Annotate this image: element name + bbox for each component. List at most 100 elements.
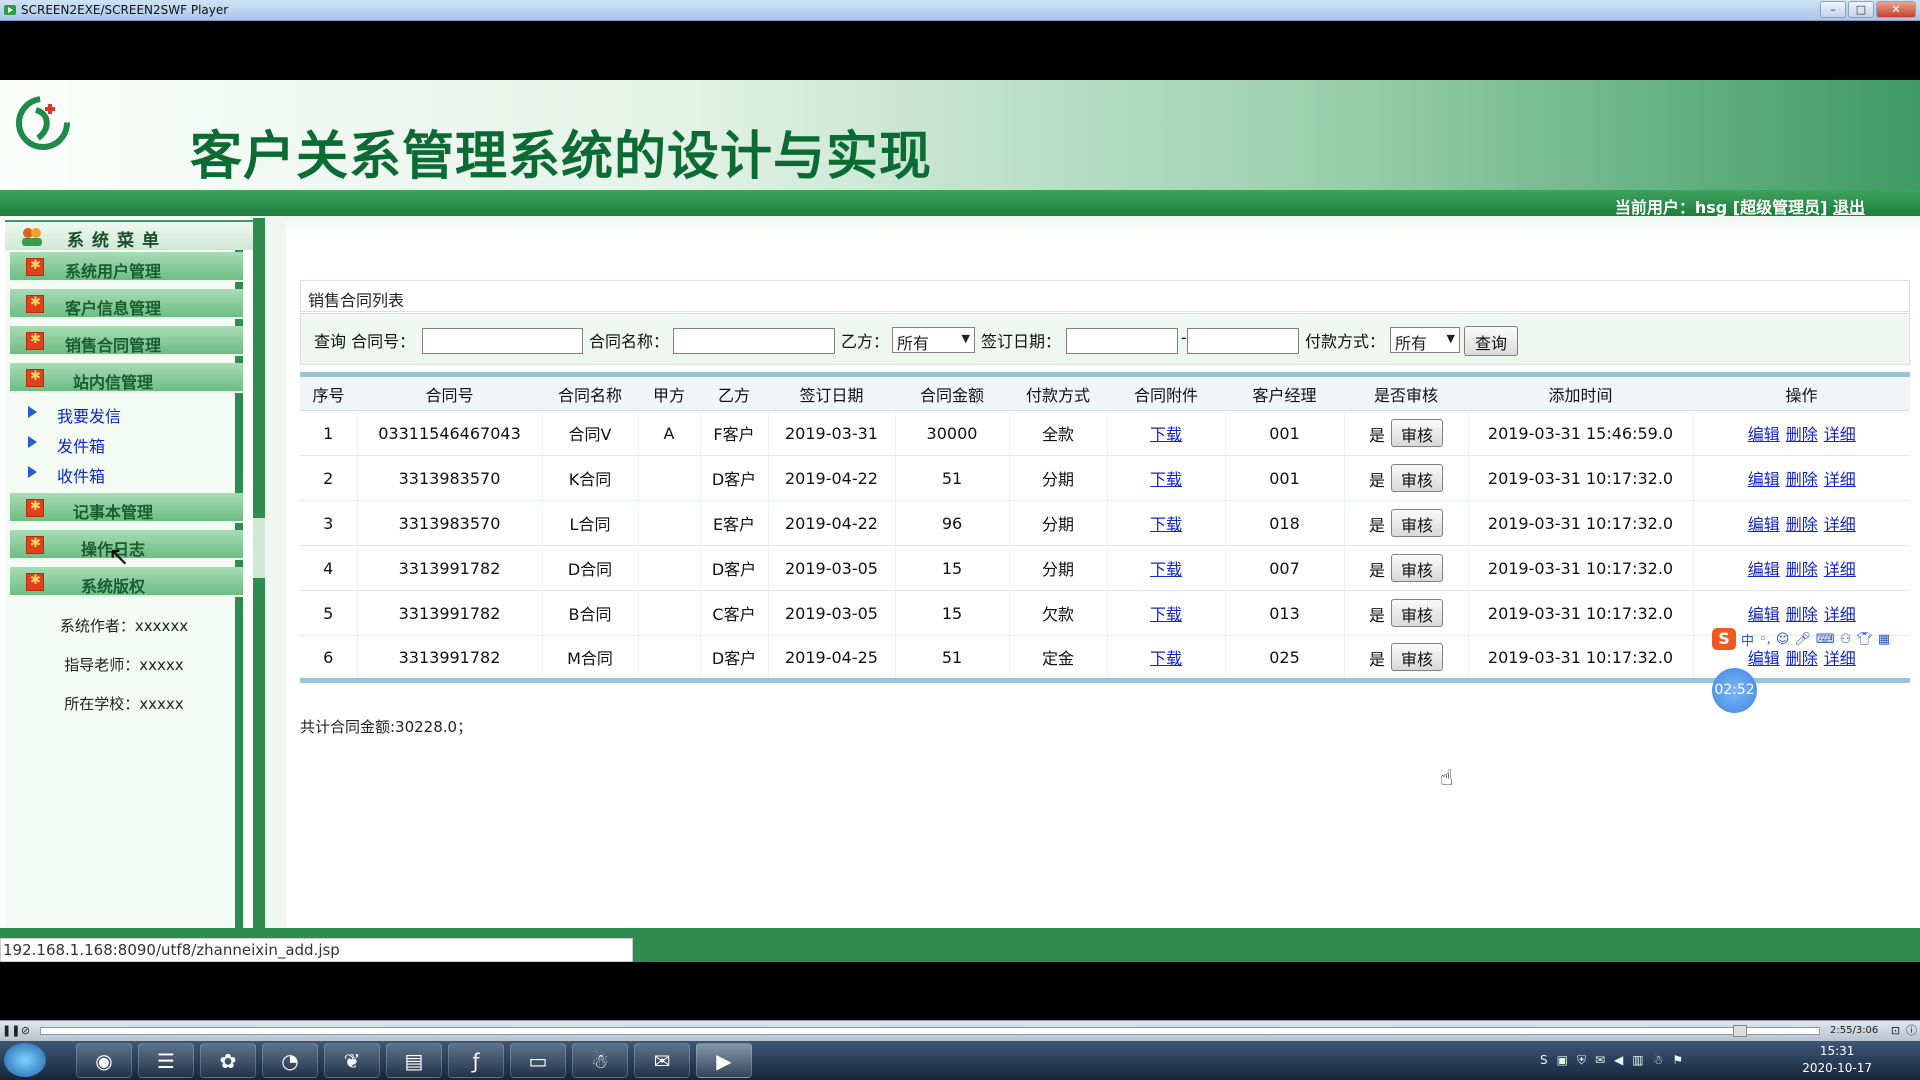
delete-link[interactable]: 删除 <box>1786 560 1818 579</box>
minimize-button[interactable]: – <box>1820 1 1846 18</box>
sign-date-start-input[interactable] <box>1066 328 1178 354</box>
microphone-icon[interactable]: 🎤︎ <box>1794 632 1811 647</box>
pause-icon[interactable]: ❚❚ <box>2 1023 20 1038</box>
cell-no: 1 <box>300 410 358 456</box>
maximize-button[interactable]: □ <box>1848 1 1874 18</box>
cell-date: 2019-03-05 <box>768 545 896 591</box>
table-row: 5 3313991782 B合同 C客户 2019-03-05 15 欠款 下载 013 是审核 2… <box>300 590 1910 636</box>
cell-name: K合同 <box>542 455 639 501</box>
qq-icon[interactable]: ☃ <box>572 1043 628 1078</box>
edit-link[interactable]: 编辑 <box>1748 425 1780 444</box>
grid-icon[interactable]: ▦ <box>1878 632 1890 647</box>
edit-link[interactable]: 编辑 <box>1748 470 1780 489</box>
sidebar-splitter[interactable] <box>253 218 265 930</box>
tray-wechat-icon[interactable]: ✉ <box>1595 1053 1605 1068</box>
eclipse-icon[interactable]: ☰ <box>138 1043 194 1078</box>
download-link[interactable]: 下载 <box>1150 560 1182 579</box>
audit-button[interactable]: 审核 <box>1391 419 1444 447</box>
colorful-app-icon[interactable]: ✿ <box>200 1043 256 1078</box>
emoji-icon[interactable]: ☺ <box>1776 632 1790 647</box>
cell-attachment: 下载 <box>1107 545 1226 591</box>
collapse-handle[interactable] <box>253 518 265 578</box>
download-link[interactable]: 下载 <box>1150 515 1182 534</box>
recording-timer[interactable]: 02:52 <box>1712 668 1757 713</box>
audit-button[interactable]: 审核 <box>1391 464 1444 492</box>
payment-select[interactable]: 所有 ▼ <box>1390 327 1460 353</box>
cell-mgr: 007 <box>1225 545 1345 591</box>
browser-icon[interactable]: ◔ <box>262 1043 318 1078</box>
download-link[interactable]: 下载 <box>1150 425 1182 444</box>
menu-notebook[interactable]: 记事本管理 <box>10 493 243 523</box>
menu-sales-contracts[interactable]: 销售合同管理 <box>10 326 243 356</box>
menu-customer-info[interactable]: 客户信息管理 <box>10 289 243 319</box>
start-button[interactable] <box>4 1043 46 1077</box>
cell-added: 2019-03-31 10:17:32.0 <box>1468 590 1694 636</box>
settings-icon[interactable]: ⊘ <box>18 1023 33 1038</box>
delete-link[interactable]: 删除 <box>1786 515 1818 534</box>
search-button[interactable]: 查询 <box>1464 326 1519 356</box>
detail-link[interactable]: 详细 <box>1824 470 1856 489</box>
audit-button[interactable]: 审核 <box>1391 554 1444 582</box>
wechat-icon[interactable]: ✉ <box>634 1043 690 1078</box>
chrome-icon[interactable]: ◉ <box>76 1043 132 1078</box>
audit-button[interactable]: 审核 <box>1391 509 1444 537</box>
seek-track[interactable] <box>40 1027 1820 1035</box>
delete-link[interactable]: 删除 <box>1786 470 1818 489</box>
delete-link[interactable]: 删除 <box>1786 425 1818 444</box>
cell-added: 2019-03-31 10:17:32.0 <box>1468 545 1694 591</box>
gutter <box>265 218 286 930</box>
delete-link[interactable]: 删除 <box>1786 605 1818 624</box>
sub-header-strip <box>250 216 1920 236</box>
cell-mgr: 025 <box>1225 635 1345 681</box>
tray-flag-icon[interactable]: ⚑ <box>1672 1053 1683 1068</box>
tray-shield-icon[interactable]: ⛨ <box>1577 1053 1586 1068</box>
download-link[interactable]: 下载 <box>1150 470 1182 489</box>
taskbar-clock[interactable]: 15:31 2020-10-17 <box>1802 1043 1872 1077</box>
tray-app-icon[interactable]: ▣ <box>1557 1053 1568 1068</box>
leaf-app-icon[interactable]: ❦ <box>324 1043 380 1078</box>
close-button[interactable]: ✕ <box>1876 1 1916 18</box>
cell-b: D客户 <box>700 455 769 501</box>
skin-icon[interactable]: 👕︎ <box>1856 632 1873 647</box>
detail-link[interactable]: 详细 <box>1824 560 1856 579</box>
notepad-icon[interactable]: ▤ <box>386 1043 442 1078</box>
menu-internal-mail[interactable]: 站内信管理 <box>10 363 243 393</box>
download-link[interactable]: 下载 <box>1150 649 1182 668</box>
player-taskbar-icon[interactable]: ▶ <box>696 1043 752 1078</box>
sign-date-end-input[interactable] <box>1187 328 1299 354</box>
menu-system-users[interactable]: 系统用户管理 <box>10 252 243 282</box>
cell-b: C客户 <box>700 590 769 636</box>
punctuation-icon[interactable]: ◦, <box>1759 632 1771 647</box>
download-link[interactable]: 下载 <box>1150 605 1182 624</box>
contract-name-input[interactable] <box>673 328 835 354</box>
edit-link[interactable]: 编辑 <box>1748 605 1780 624</box>
edit-link[interactable]: 编辑 <box>1748 515 1780 534</box>
tray-ime-icon[interactable]: S <box>1540 1053 1548 1068</box>
tray-volume-icon[interactable]: ◀ <box>1614 1053 1623 1068</box>
cell-pay: 定金 <box>1009 635 1108 681</box>
contract-no-input[interactable] <box>422 328 583 354</box>
keyboard-icon[interactable]: ⌨ <box>1816 632 1835 647</box>
info-icon[interactable]: ⓘ <box>1904 1023 1919 1038</box>
folder-icon[interactable]: ▭ <box>510 1043 566 1078</box>
party-b-select[interactable]: 所有 ▼ <box>892 327 975 353</box>
ime-mode[interactable]: 中 <box>1741 630 1754 649</box>
tray-network-icon[interactable]: ▥ <box>1632 1053 1643 1068</box>
seek-thumb[interactable] <box>1732 1025 1747 1037</box>
tray-qq-icon[interactable]: ☃ <box>1653 1053 1664 1068</box>
flash-icon[interactable]: ƒ <box>448 1043 504 1078</box>
logout-link[interactable]: 退出 <box>1833 198 1865 217</box>
audit-button[interactable]: 审核 <box>1391 599 1444 627</box>
audit-button[interactable]: 审核 <box>1391 643 1444 671</box>
detail-link[interactable]: 详细 <box>1824 515 1856 534</box>
sogou-ime-icon[interactable]: S <box>1712 628 1736 650</box>
detail-link[interactable]: 详细 <box>1824 425 1856 444</box>
cell-added: 2019-03-31 10:17:32.0 <box>1468 455 1694 501</box>
cell-b: F客户 <box>700 410 769 456</box>
edit-link[interactable]: 编辑 <box>1748 560 1780 579</box>
fullscreen-icon[interactable]: ⊡ <box>1888 1023 1903 1038</box>
cell-mgr: 001 <box>1225 455 1345 501</box>
cell-b: D客户 <box>700 635 769 681</box>
user-icon[interactable]: ⚇ <box>1840 632 1852 647</box>
detail-link[interactable]: 详细 <box>1824 605 1856 624</box>
